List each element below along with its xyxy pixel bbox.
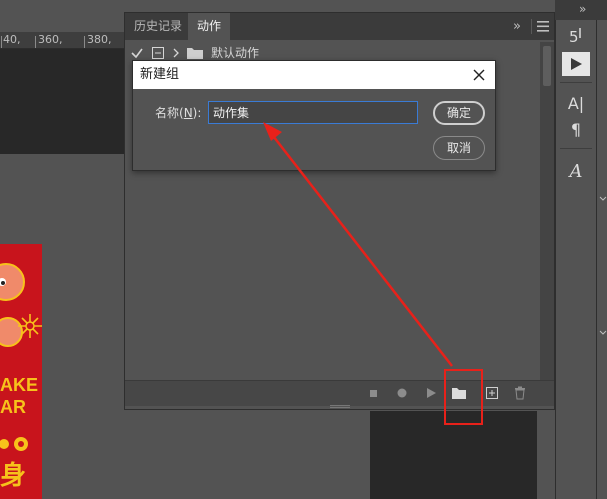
ruler-label: 380,	[87, 33, 112, 46]
dialog-title: 新建组	[140, 67, 180, 82]
right-dock-icons: 5 A| ¶ A	[555, 20, 596, 499]
dialog-toggle-icon[interactable]	[152, 47, 164, 59]
tab-bar-divider	[531, 19, 532, 34]
ruler-tick	[35, 36, 36, 48]
name-field-label: 名称(N):	[155, 104, 201, 122]
poster-coin-icons	[0, 437, 28, 451]
poster-chinese-glyph: 身	[0, 460, 27, 490]
right-dock-header: »	[555, 0, 607, 20]
right-dock-edge	[596, 20, 607, 499]
tab-actions[interactable]: 动作	[188, 13, 231, 40]
collapse-panel-button[interactable]: »	[513, 13, 521, 40]
scrollbar-thumb[interactable]	[543, 46, 551, 86]
poster-text-line2: AR	[0, 397, 26, 417]
trash-icon[interactable]	[512, 385, 528, 401]
chevron-down-icon[interactable]	[599, 330, 607, 336]
ruler-label: 40,	[3, 33, 21, 46]
poster-text-line1: AKE	[0, 375, 39, 395]
chevron-down-icon[interactable]	[599, 196, 607, 202]
record-icon[interactable]	[394, 385, 410, 401]
dialog-title-bar: 新建组	[133, 61, 495, 89]
ruler-label: 360,	[38, 33, 63, 46]
paragraph-panel-button[interactable]: ¶	[562, 118, 590, 142]
glyphs-panel-button[interactable]: A	[562, 160, 590, 184]
ruler-tick	[84, 36, 85, 48]
dock-separator	[560, 82, 592, 83]
new-action-icon[interactable]	[484, 385, 500, 401]
hamburger-menu-icon[interactable]	[537, 21, 549, 32]
ok-button[interactable]: 确定	[433, 101, 485, 125]
history-brush-icon[interactable]: 5	[562, 24, 590, 48]
panel-resize-grip[interactable]	[330, 405, 350, 408]
play-icon	[571, 58, 582, 70]
play-icon[interactable]	[423, 385, 439, 401]
chevron-right-icon[interactable]	[172, 48, 180, 58]
ruler-tick	[1, 36, 2, 48]
close-icon[interactable]	[467, 63, 491, 87]
new-set-folder-icon[interactable]	[451, 385, 467, 401]
name-label-accesskey: N	[183, 106, 193, 120]
horizontal-ruler: 40, 360, 380,	[0, 32, 124, 49]
panel-bottom-toolbar	[125, 380, 554, 406]
character-panel-button[interactable]: A|	[562, 92, 590, 116]
canvas-pasteboard	[0, 49, 124, 154]
cancel-button[interactable]: 取消	[433, 136, 485, 160]
collapse-dock-button[interactable]: »	[579, 2, 586, 16]
name-label-text: 名称(	[155, 106, 184, 120]
folder-icon	[187, 48, 203, 59]
actions-panel-button[interactable]	[562, 52, 590, 76]
tab-history[interactable]: 历史记录	[125, 13, 191, 40]
panel-tab-bar: 历史记录 动作 »	[125, 13, 554, 40]
set-name-input[interactable]	[208, 101, 418, 124]
checkmark-icon[interactable]	[131, 47, 143, 59]
dock-separator	[560, 148, 592, 149]
document-canvas-poster[interactable]: AKE AR 身	[0, 244, 42, 499]
panel-scrollbar[interactable]	[540, 42, 554, 380]
stop-icon[interactable]	[365, 385, 381, 401]
canvas-pasteboard-lower	[370, 411, 537, 499]
snake-illustration	[0, 263, 42, 347]
svg-text:5: 5	[569, 28, 579, 46]
name-label-tail: ):	[192, 106, 202, 120]
